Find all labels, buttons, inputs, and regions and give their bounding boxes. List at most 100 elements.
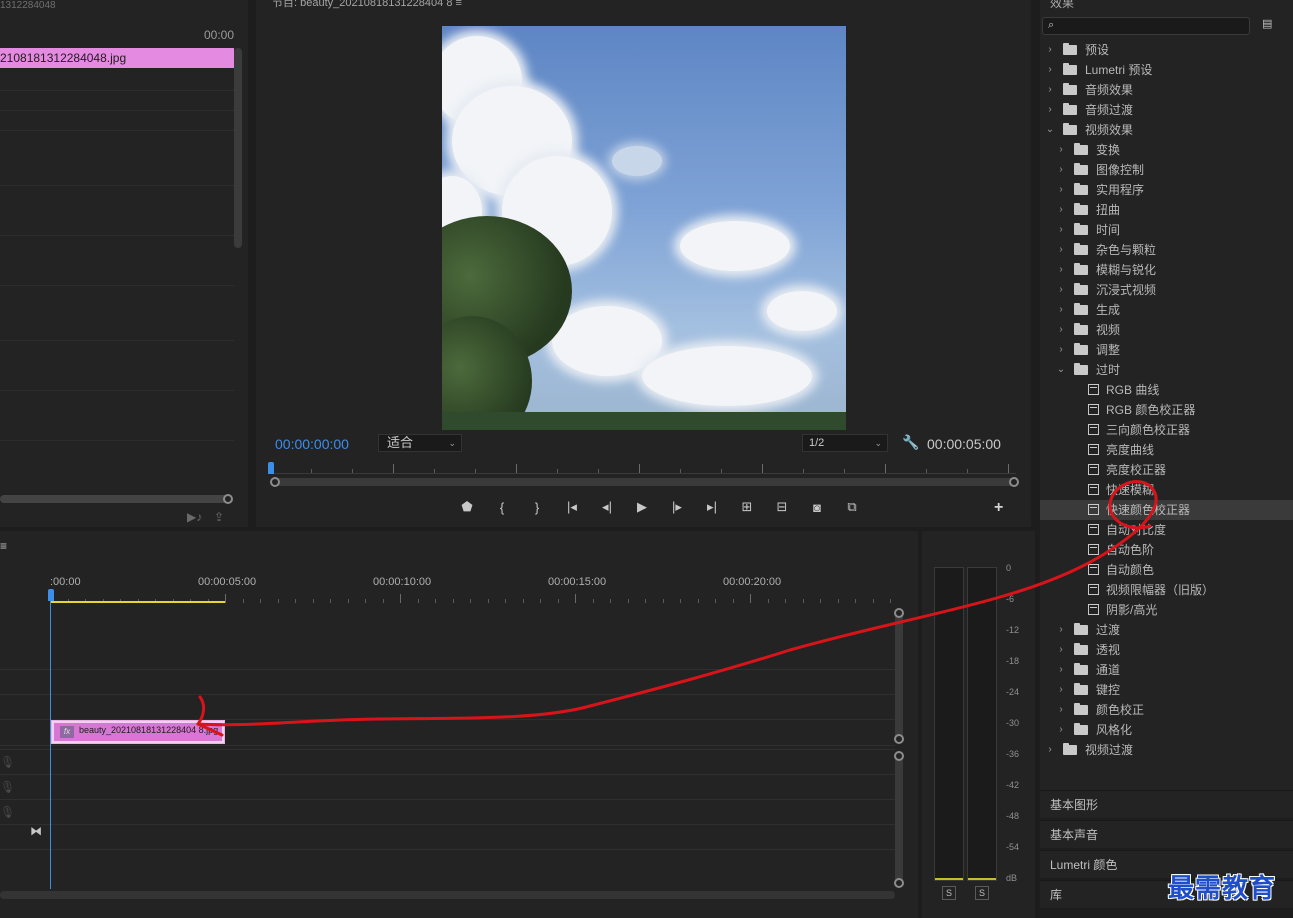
chevron-right-icon[interactable]: › [1056, 280, 1066, 300]
microphone-icon[interactable]: 🎙 [0, 805, 15, 819]
extract-icon[interactable]: ⊟ [767, 499, 797, 515]
chevron-right-icon[interactable]: › [1056, 640, 1066, 660]
solo-left-button[interactable]: S [942, 886, 956, 900]
effects-tree-item[interactable]: › 图像控制 [1040, 160, 1293, 180]
effects-tree-item[interactable]: 自动颜色 [1040, 560, 1293, 580]
project-clip-item[interactable]: 2108181312284048.jpg [0, 48, 234, 68]
effects-tree-item[interactable]: › 过渡 [1040, 620, 1293, 640]
effects-tree-item[interactable]: › 音频效果 [1040, 80, 1293, 100]
effects-tree-item[interactable]: › 实用程序 [1040, 180, 1293, 200]
effects-tree-item[interactable]: › 沉浸式视频 [1040, 280, 1293, 300]
chevron-right-icon[interactable]: › [1056, 720, 1066, 740]
program-scroll-handle-right[interactable] [1009, 477, 1019, 487]
effects-tree-item[interactable]: › 通道 [1040, 660, 1293, 680]
effects-tree-item[interactable]: › 杂色与颗粒 [1040, 240, 1293, 260]
scroll-handle[interactable] [894, 608, 904, 618]
chevron-right-icon[interactable]: › [1056, 200, 1066, 220]
effects-tree-item[interactable]: 快速颜色校正器 [1040, 500, 1293, 520]
chevron-right-icon[interactable]: › [1056, 340, 1066, 360]
effects-tree-item[interactable]: › 键控 [1040, 680, 1293, 700]
effects-tree-item[interactable]: › 颜色校正 [1040, 700, 1293, 720]
panel-essential-graphics[interactable]: 基本图形 [1040, 790, 1293, 818]
chevron-right-icon[interactable]: › [1056, 140, 1066, 160]
video-tracks-scrollbar[interactable] [895, 611, 903, 741]
scroll-handle[interactable] [894, 878, 904, 888]
chevron-right-icon[interactable]: › [1056, 660, 1066, 680]
chevron-right-icon[interactable]: › [1056, 320, 1066, 340]
chevron-right-icon[interactable]: › [1056, 260, 1066, 280]
effects-search-input[interactable]: ⌕ [1042, 17, 1250, 35]
microphone-icon[interactable]: 🎙 [0, 755, 15, 769]
chevron-down-icon[interactable]: ⌄ [1045, 120, 1055, 140]
effects-tree-item[interactable]: › 生成 [1040, 300, 1293, 320]
timeline-horizontal-scrollbar[interactable] [0, 891, 895, 899]
program-current-time[interactable]: 00:00:00:00 [275, 436, 349, 452]
chevron-right-icon[interactable]: › [1045, 80, 1055, 100]
camera-icon[interactable]: ◙ [802, 500, 832, 515]
effects-tree-item[interactable]: › 模糊与锐化 [1040, 260, 1293, 280]
project-vertical-scrollbar[interactable] [234, 48, 242, 248]
effects-tree-item[interactable]: 三向颜色校正器 [1040, 420, 1293, 440]
scroll-handle[interactable] [894, 734, 904, 744]
effects-tree-item[interactable]: › 视频 [1040, 320, 1293, 340]
effects-tree-item[interactable]: 视频限幅器（旧版） [1040, 580, 1293, 600]
solo-right-button[interactable]: S [975, 886, 989, 900]
effects-tree-item[interactable]: RGB 曲线 [1040, 380, 1293, 400]
effects-tree-item[interactable]: › 变换 [1040, 140, 1293, 160]
wrench-icon[interactable]: 🔧 [902, 434, 919, 450]
timeline-video-clip[interactable]: fx beauty_20210818131228404 8.jpg [51, 720, 225, 744]
step-forward-icon[interactable]: |▸ [662, 499, 692, 515]
chevron-right-icon[interactable]: › [1056, 220, 1066, 240]
step-back-icon[interactable]: ◂| [592, 499, 622, 515]
effects-tree-item[interactable]: 自动对比度 [1040, 520, 1293, 540]
plus-icon[interactable]: + [994, 499, 1003, 517]
program-monitor-title[interactable]: 节目: beauty_20210818131228404 8 ≡ [272, 0, 462, 10]
microphone-icon[interactable]: 🎙 [0, 780, 15, 794]
effects-tree-item[interactable]: › 扭曲 [1040, 200, 1293, 220]
chevron-right-icon[interactable]: › [1045, 100, 1055, 120]
project-zoom-handle[interactable] [223, 494, 233, 504]
compare-view-icon[interactable]: ⧉ [837, 499, 867, 515]
panel-essential-sound[interactable]: 基本声音 [1040, 820, 1293, 848]
chevron-right-icon[interactable]: › [1056, 680, 1066, 700]
chevron-right-icon[interactable]: › [1056, 300, 1066, 320]
program-time-ruler[interactable] [270, 462, 1016, 474]
go-to-in-icon[interactable]: |◂ [557, 499, 587, 515]
mark-out-icon[interactable]: } [522, 500, 552, 515]
program-scroll-handle-left[interactable] [270, 477, 280, 487]
project-zoom-scrollbar[interactable] [0, 495, 230, 503]
program-zoom-scrollbar[interactable] [270, 478, 1016, 486]
go-to-out-icon[interactable]: ▸| [697, 499, 727, 515]
chevron-right-icon[interactable]: › [1045, 40, 1055, 60]
scroll-handle[interactable] [894, 751, 904, 761]
program-playhead[interactable] [268, 462, 274, 474]
chevron-right-icon[interactable]: › [1056, 240, 1066, 260]
effects-tree-item[interactable]: RGB 颜色校正器 [1040, 400, 1293, 420]
timeline-playhead[interactable] [48, 589, 54, 601]
export-icon[interactable]: ⇪ [214, 510, 224, 524]
effects-tree-item[interactable]: ⌄ 视频效果 [1040, 120, 1293, 140]
effects-panel-title[interactable]: 效果 [1050, 0, 1074, 11]
add-marker-icon[interactable]: ⬟ [452, 499, 482, 515]
chevron-down-icon[interactable]: ⌄ [1056, 360, 1066, 380]
playback-resolution-select[interactable]: 1/2 ⌄ [802, 434, 888, 452]
chevron-right-icon[interactable]: › [1056, 620, 1066, 640]
effects-tree-item[interactable]: › 风格化 [1040, 720, 1293, 740]
new-custom-bin-icon[interactable]: ▤ [1262, 17, 1278, 31]
hamburger-menu-icon[interactable]: ≡ [0, 539, 7, 553]
effects-tree-item[interactable]: 亮度校正器 [1040, 460, 1293, 480]
effects-tree-item[interactable]: › 视频过渡 [1040, 740, 1293, 760]
effects-tree-item[interactable]: › 音频过渡 [1040, 100, 1293, 120]
effects-tree-item[interactable]: › 时间 [1040, 220, 1293, 240]
chevron-right-icon[interactable]: › [1056, 700, 1066, 720]
effects-tree-item[interactable]: 亮度曲线 [1040, 440, 1293, 460]
effects-tree-item[interactable]: ⌄ 过时 [1040, 360, 1293, 380]
lift-icon[interactable]: ⊞ [732, 499, 762, 515]
audio-tracks-scrollbar[interactable] [895, 753, 903, 883]
effects-tree-item[interactable]: 自动色阶 [1040, 540, 1293, 560]
chevron-right-icon[interactable]: › [1056, 180, 1066, 200]
effects-tree-item[interactable]: 快速模糊 [1040, 480, 1293, 500]
effects-tree-item[interactable]: › 预设 [1040, 40, 1293, 60]
effects-tree-item[interactable]: › 透视 [1040, 640, 1293, 660]
work-area-bar[interactable] [50, 601, 225, 603]
